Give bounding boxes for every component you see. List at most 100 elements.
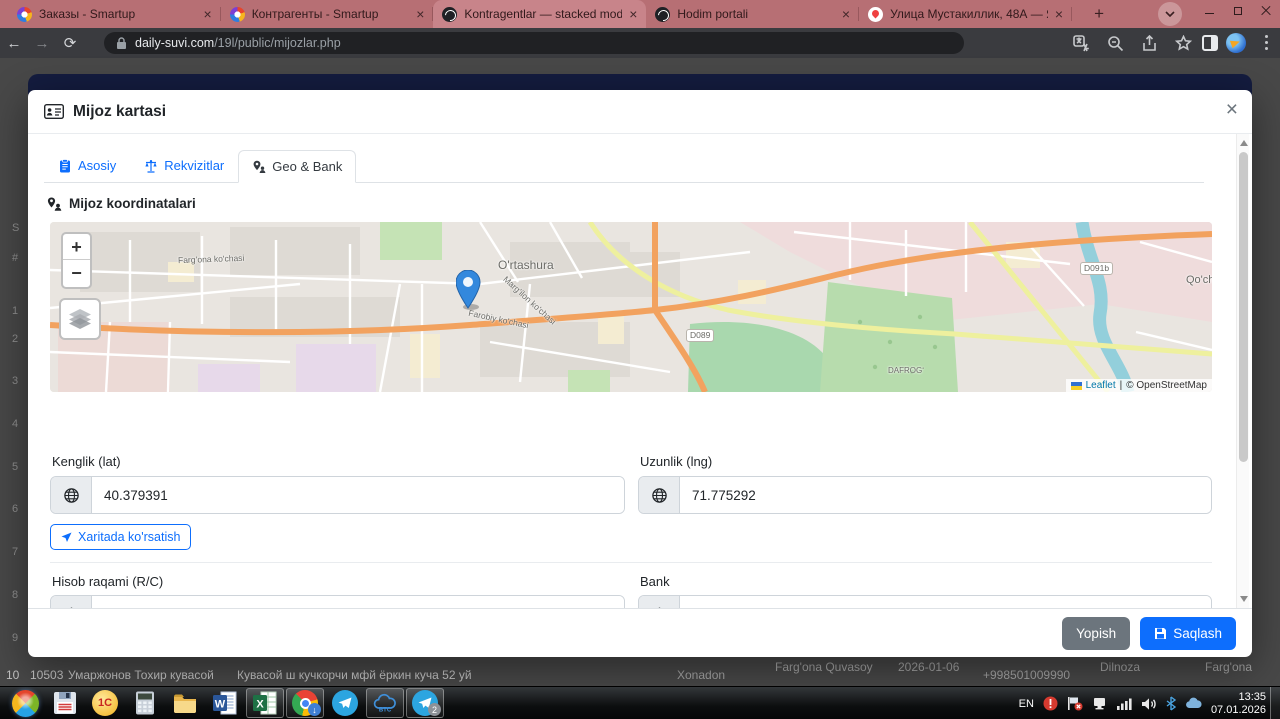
browser-tab-kontragentlar-active[interactable]: Kontragentlar — stacked moda × (433, 0, 647, 28)
leaflet-link[interactable]: Leaflet (1086, 380, 1116, 391)
taskbar-calculator[interactable] (126, 688, 164, 718)
share-icon[interactable] (1141, 34, 1158, 52)
map-marker-icon[interactable] (456, 270, 482, 310)
show-desktop-button[interactable] (1270, 687, 1280, 719)
profile-avatar[interactable] (1226, 33, 1246, 53)
browser-tab-zakazy[interactable]: Заказы - Smartup × (8, 0, 221, 28)
row-number: 8 (12, 589, 19, 601)
browser-tab-yandex-maps[interactable]: Улица Мустакиллик, 48А — Я × (859, 0, 1073, 28)
chrome-badge: ↓ (308, 703, 321, 716)
taskbar-clock[interactable]: 13:35 07.01.2026 (1211, 691, 1266, 717)
calculator-icon (136, 691, 154, 715)
system-tray: EN 13:35 07.01.2026 (1019, 687, 1266, 719)
row-number: 4 (12, 418, 19, 430)
account-input[interactable] (92, 596, 624, 608)
layers-icon (69, 309, 91, 329)
scroll-up-arrow[interactable] (1240, 140, 1248, 146)
tab-geo-bank[interactable]: Geo & Bank (238, 150, 357, 183)
tab-close-icon[interactable]: × (1055, 7, 1063, 21)
language-indicator[interactable]: EN (1019, 698, 1034, 710)
back-button[interactable]: ← (0, 35, 28, 52)
bluetooth-tray-icon[interactable] (1166, 696, 1176, 711)
taskbar-1c-app[interactable]: 1С (86, 688, 124, 718)
window-restore-button[interactable] (1224, 0, 1252, 22)
leaflet-map[interactable]: O'rtashura Fargʻona ko'chasi Margʻilon k… (50, 222, 1212, 392)
table-cell-city: Farg'ona (1205, 660, 1252, 674)
taskbar-word[interactable]: W (206, 688, 244, 718)
taskbar-cloud-app[interactable]: BTC (366, 688, 404, 718)
clipboard-icon (60, 158, 70, 172)
lat-input[interactable] (92, 477, 624, 513)
osm-link[interactable]: © OpenStreetMap (1126, 380, 1207, 391)
scroll-down-arrow[interactable] (1240, 596, 1248, 602)
map-zoom-out-button[interactable]: − (63, 260, 90, 286)
lng-input-group (638, 476, 1212, 514)
tab-rekvizitlar[interactable]: Rekvizitlar (130, 149, 238, 182)
map-layers-control[interactable] (59, 298, 101, 340)
map-place-label: DAFROGʻ (888, 366, 924, 375)
tab-label: Rekvizitlar (164, 158, 225, 173)
bank-icon (639, 596, 680, 608)
translate-icon[interactable] (1073, 34, 1090, 52)
taskbar-file-explorer[interactable] (166, 688, 204, 718)
bank-input[interactable] (680, 596, 1211, 608)
window-minimize-button[interactable] (1196, 0, 1224, 22)
row-number: 2 (12, 333, 19, 345)
cloud-btc-icon: BTC (373, 693, 396, 714)
map-zoom-control: + − (61, 232, 92, 289)
table-cell-address: Кувасой ш кучкорчи мфй ёркин куча 52 уй (237, 668, 472, 682)
tab-close-icon[interactable]: × (416, 7, 424, 21)
show-on-map-button[interactable]: Xaritada ko'rsatish (50, 524, 192, 550)
browser-tab-strip: Заказы - Smartup × Контрагенты - Smartup… (0, 0, 1280, 28)
device-tray-icon[interactable] (1092, 696, 1107, 711)
save-button-label: Saqlash (1173, 625, 1222, 641)
tab-close-icon[interactable]: × (204, 7, 212, 21)
taskbar-chrome-active[interactable]: ↓ (286, 688, 324, 718)
table-cell-phone: +998501009990 (983, 668, 1071, 682)
lng-input[interactable] (680, 477, 1211, 513)
volume-tray-icon[interactable] (1141, 697, 1157, 711)
browser-tab-kontragenty[interactable]: Контрагенты - Smartup × (221, 0, 434, 28)
cloud-tray-icon[interactable] (1185, 697, 1202, 710)
taskbar-floppy-app[interactable] (46, 688, 84, 718)
divider (50, 562, 1212, 563)
taskbar-telegram[interactable] (326, 688, 364, 718)
new-tab-button[interactable]: + (1086, 1, 1112, 27)
map-tiles (50, 222, 1212, 392)
tab-asosiy[interactable]: Asosiy (44, 149, 130, 182)
start-button[interactable] (6, 688, 44, 718)
modal-scrollbar[interactable] (1236, 134, 1249, 608)
url-path: /19l/public/mijozlar.php (214, 36, 341, 50)
network-tray-icon[interactable] (1116, 697, 1132, 711)
side-panel-button[interactable] (1202, 35, 1218, 51)
bookmark-star-icon[interactable] (1175, 34, 1192, 52)
row-label: # (12, 252, 19, 264)
word-icon: W (213, 691, 237, 715)
browser-menu-icon[interactable] (1265, 35, 1268, 38)
taskbar-telegram-2[interactable]: 2 (406, 688, 444, 718)
save-button[interactable]: Saqlash (1140, 616, 1236, 650)
scrollbar-thumb[interactable] (1239, 152, 1248, 462)
window-close-button[interactable] (1252, 0, 1280, 22)
close-button[interactable]: Yopish (1062, 616, 1131, 650)
map-zoom-in-button[interactable]: + (63, 234, 90, 260)
modal-close-icon[interactable]: × (1226, 99, 1238, 121)
zoom-search-icon[interactable] (1107, 35, 1124, 52)
excel-letter: X (256, 699, 264, 711)
taskbar-excel-active[interactable]: X (246, 688, 284, 718)
forward-button[interactable]: → (28, 35, 56, 52)
1c-icon: 1С (92, 690, 118, 716)
address-bar[interactable]: daily-suvi.com/19l/public/mijozlar.php (104, 32, 964, 54)
tab-search-chevron-icon[interactable] (1158, 2, 1182, 26)
alert-tray-icon[interactable] (1043, 696, 1058, 711)
browser-tab-hodim[interactable]: Hodim portali × (646, 0, 859, 28)
tab-close-icon[interactable]: × (842, 7, 850, 21)
lat-input-group (50, 476, 625, 514)
modal-title: Mijoz kartasi (73, 102, 167, 120)
flag-tray-icon[interactable] (1067, 696, 1083, 711)
reload-button[interactable]: ⟳ (56, 34, 84, 52)
account-input-group (50, 595, 625, 608)
table-cell-date: 2026-01-06 (898, 660, 960, 674)
tab-close-icon[interactable]: × (629, 7, 637, 21)
1c-label: 1С (97, 697, 113, 709)
